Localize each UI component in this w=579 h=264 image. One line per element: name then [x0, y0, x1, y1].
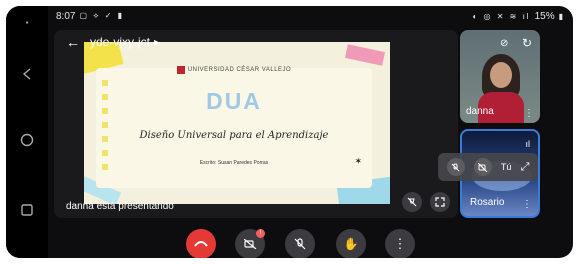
notification-icons: ▢ ⟡ ✓ ▮: [79, 11, 125, 20]
slide-author: Escrito: Susan Paredes Porras: [199, 160, 269, 166]
presenting-label: danna está presentando: [66, 201, 174, 212]
avatar-face: [490, 62, 512, 88]
slide-header: UNIVERSIDAD CÉSAR VALLEJO: [96, 66, 372, 74]
participant-name: Rosario: [470, 197, 505, 208]
slide-paper: UNIVERSIDAD CÉSAR VALLEJO DUA Diseño Uni…: [96, 66, 372, 188]
switch-camera-icon[interactable]: ↻: [522, 36, 532, 50]
university-logo: [176, 66, 185, 74]
participant-tile-danna[interactable]: ⊘ ↻ danna ⋮: [460, 30, 540, 123]
raise-hand-button[interactable]: ✋: [336, 229, 366, 258]
battery-icon: ▮: [558, 11, 563, 21]
more-options-button[interactable]: ⋮: [385, 229, 415, 258]
system-icons: ◐ ◎ ✕ ≋ ıl: [472, 11, 531, 21]
status-time: 8:07: [56, 10, 76, 22]
you-label: Tú: [500, 162, 512, 172]
phone-screen: ▪ 8:07 ▢ ⟡ ✓ ▮ ◐ ◎ ✕ ≋ ıl 15% ▮ UNIVERSI…: [6, 6, 573, 258]
university-name: UNIVERSIDAD CÉSAR VALLEJO: [187, 67, 292, 73]
more-options-icon[interactable]: ⋮: [522, 199, 532, 210]
recents-nav-button[interactable]: [6, 200, 48, 220]
speaking-indicator-icon: ıl: [525, 139, 531, 149]
slide-title: DUA: [206, 88, 262, 114]
self-view-controls: Tú ⤢: [438, 153, 538, 181]
more-options-icon[interactable]: ⋮: [524, 108, 534, 119]
mic-off-icon: ⊘: [500, 38, 509, 49]
shared-slide: UNIVERSIDAD CÉSAR VALLEJO DUA Diseño Uni…: [84, 42, 390, 204]
hand-icon: ✋: [343, 237, 359, 251]
camera-off-button[interactable]: [473, 158, 492, 176]
nav-indicator-icon: ▪: [25, 17, 29, 27]
alert-badge-icon: !: [256, 229, 265, 238]
status-bar: 8:07 ▢ ⟡ ✓ ▮ ◐ ◎ ✕ ≋ ıl 15% ▮: [48, 6, 573, 26]
notebook-dots: [102, 72, 108, 172]
stage-top-bar: ← yde-vjxy-jct ▶: [54, 30, 458, 54]
more-vert-icon: ⋮: [393, 236, 407, 251]
star-icon: ✶: [354, 156, 362, 166]
participant-name: danna: [466, 106, 494, 117]
unpin-button[interactable]: [402, 192, 422, 212]
mic-toggle-button[interactable]: [285, 229, 315, 258]
expand-icon[interactable]: ⤢: [521, 161, 530, 174]
meeting-code[interactable]: yde-vjxy-jct: [90, 35, 150, 49]
back-arrow-icon[interactable]: ←: [66, 34, 80, 50]
chevron-right-icon[interactable]: ▶: [154, 38, 160, 47]
back-nav-button[interactable]: [6, 64, 48, 84]
end-call-button[interactable]: [186, 229, 216, 258]
presentation-stage: UNIVERSIDAD CÉSAR VALLEJO DUA Diseño Uni…: [54, 30, 458, 218]
android-nav-bar: ▪: [6, 6, 48, 258]
camera-toggle-button[interactable]: !: [235, 229, 265, 258]
home-nav-button[interactable]: [6, 130, 48, 150]
mic-off-button[interactable]: [446, 158, 465, 176]
fullscreen-button[interactable]: [430, 192, 450, 212]
slide-subtitle: Diseño Universal para el Aprendizaje: [139, 130, 329, 141]
battery-level: 15%: [534, 10, 555, 22]
